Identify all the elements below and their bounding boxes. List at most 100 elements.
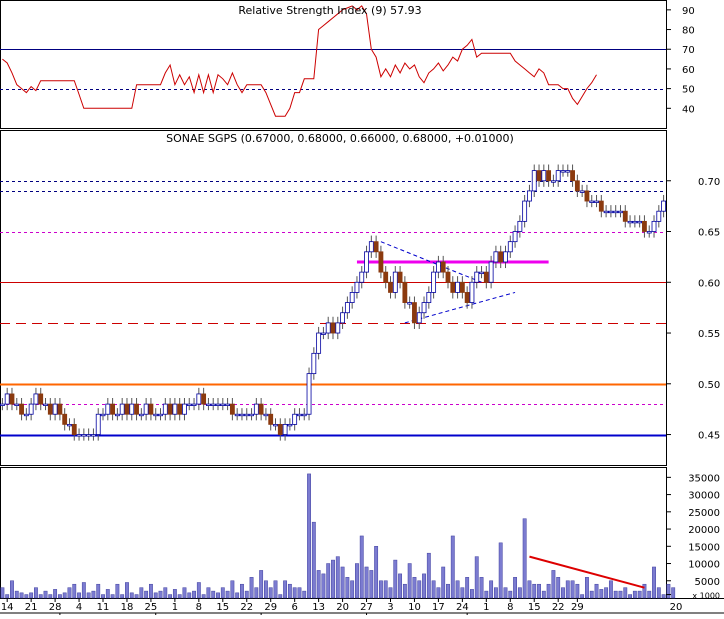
volume-bar: [666, 583, 671, 599]
volume-bar: [196, 582, 201, 599]
price-candle-body: [373, 241, 379, 253]
volume-bar: [470, 589, 474, 599]
price-candle-body: [47, 403, 53, 415]
volume-bar: [10, 580, 14, 599]
volume-bar: [134, 594, 139, 599]
x-day-label: 21: [25, 602, 38, 613]
price-candle-body: [215, 403, 221, 406]
volume-bar: [671, 587, 676, 599]
volume-bar: [259, 570, 264, 599]
rsi-series-line: [2, 5, 597, 117]
volume-tick-label: 30000: [688, 491, 720, 502]
price-candle-body: [71, 423, 77, 435]
price-tick-label: 0.45: [698, 431, 720, 442]
volume-bar: [498, 542, 503, 599]
price-tick-label: 0.65: [698, 228, 720, 239]
volume-bar: [589, 590, 594, 599]
volume-bar: [661, 594, 666, 599]
price-candle-body: [124, 403, 130, 415]
price-tick-label: 0.50: [698, 380, 720, 391]
volume-bar: [216, 592, 220, 599]
price-candle-body: [182, 403, 187, 415]
price-candle-body: [608, 210, 614, 214]
volume-tick-label: 25000: [688, 508, 720, 519]
volume-tick-label: 35000: [688, 473, 720, 484]
price-candle-body: [114, 413, 120, 417]
x-day-label: 18: [121, 602, 134, 613]
price-candle-body: [651, 220, 657, 232]
rsi-panel: 40 50 60 70 80 90: [0, 5, 695, 117]
volume-bar: [460, 587, 465, 599]
price-candle-body: [321, 332, 326, 335]
x-day-label: 8: [196, 602, 202, 613]
price-candle-body: [522, 200, 528, 222]
volume-bar: [623, 587, 628, 599]
price-candle-body: [354, 281, 360, 293]
price-candle-body: [407, 302, 413, 305]
price-candle-body: [134, 403, 139, 415]
volume-bar: [450, 535, 455, 599]
price-candle-body: [167, 403, 173, 415]
x-day-label: 22: [240, 602, 253, 613]
volume-bar: [618, 590, 623, 599]
price-candle-body: [378, 251, 384, 273]
volume-bar: [62, 592, 67, 599]
x-day-label-extra: 20: [670, 602, 683, 613]
price-tick-label: 0.60: [698, 278, 720, 289]
volume-bar: [201, 594, 206, 599]
volume-bar: [96, 583, 101, 599]
price-candle-body: [225, 403, 231, 406]
price-candle-body: [306, 373, 312, 415]
price-candle-body: [574, 180, 580, 192]
price-candle-body: [642, 220, 647, 232]
price-candle-body: [206, 403, 211, 406]
price-candle-body: [220, 403, 226, 406]
volume-bar: [38, 594, 43, 599]
price-candle-body: [311, 352, 317, 375]
volume-bar: [652, 566, 656, 599]
price-candle-body: [138, 413, 144, 417]
price-candle-body: [594, 200, 599, 203]
price-candle-body: [91, 434, 96, 437]
volume-bar: [604, 587, 609, 599]
price-candle-body: [38, 393, 44, 405]
volume-bar: [613, 590, 618, 599]
volume-bar: [436, 587, 441, 599]
price-candle-body: [19, 403, 24, 415]
volume-bar: [369, 570, 374, 599]
volume-bar: [647, 590, 652, 599]
volume-bar: [182, 587, 187, 599]
volume-bar: [383, 580, 388, 599]
volume-bar: [14, 590, 19, 599]
volume-bar: [417, 580, 422, 599]
panel-frames: [0, 0, 724, 614]
price-candle-body: [426, 292, 432, 303]
price-candle-body: [335, 322, 341, 334]
volume-bar: [273, 580, 278, 599]
price-candle-body: [186, 403, 192, 406]
volume-bar: [503, 587, 508, 599]
price-candle-body: [527, 190, 532, 202]
chart-canvas: 40 50 60 70 80 90 0.45 0.50 0.55 0.60 0.65 0.70 x …: [0, 0, 724, 619]
price-candle-body: [67, 423, 72, 427]
price-candle-body: [421, 302, 427, 314]
price-candle-body: [622, 210, 628, 222]
price-candle-body: [646, 231, 652, 234]
x-day-label: 6: [291, 602, 297, 613]
price-candle-body: [43, 403, 48, 406]
volume-bar: [120, 594, 125, 599]
x-day-label: 24: [456, 602, 469, 613]
volume-bar: [326, 563, 331, 599]
volume-bar: [441, 566, 446, 599]
volume-bar: [235, 592, 240, 599]
price-candle-body: [507, 241, 513, 253]
price-candle-body: [613, 210, 619, 214]
volume-bar: [608, 580, 613, 599]
price-candle-body: [344, 302, 350, 314]
volume-bar: [206, 587, 211, 599]
rsi-tick-label: 50: [682, 85, 695, 96]
price-candle-body: [364, 251, 369, 273]
price-candle-body: [196, 393, 202, 405]
volume-bar: [29, 592, 34, 599]
volume-bar: [24, 594, 29, 599]
